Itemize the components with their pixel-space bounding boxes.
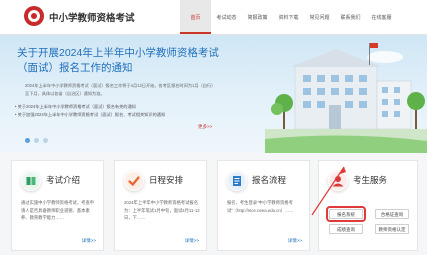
carousel-dot[interactable] [25, 138, 30, 143]
book-icon [21, 171, 41, 191]
carousel-dot[interactable] [43, 138, 48, 143]
site-logo-icon[interactable] [24, 6, 44, 26]
nav-downloads[interactable]: 资料下载 [273, 0, 304, 34]
checkmark-icon [124, 171, 144, 191]
banner-description: 2024年上半年中小学教师资格考试（面试）报名工作将于4月12日开始，各考区报名… [25, 83, 214, 96]
card-more-link[interactable]: 详情>> [288, 238, 302, 244]
card-schedule[interactable]: 日程安排 2024年上半年中小学教师资格考试报名为：上半年笔试1月中旬，面试4月… [114, 160, 207, 251]
carousel-dots [25, 138, 48, 143]
school-illustration [265, 43, 427, 153]
banner-note-item[interactable]: 关于2024年上半年中小学教师资格考试（面试）报名有关的通知 [15, 103, 230, 111]
carousel-dot[interactable] [34, 138, 39, 143]
certificate-query-button[interactable]: 合格证查询 [375, 209, 409, 219]
nav-policy[interactable]: 简报政策 [242, 0, 273, 34]
teacher-qualification-button[interactable]: 教师资格认定 [375, 224, 409, 234]
banner-notes: 关于2024年上半年中小学教师资格考试（面试）报名有关的通知 关于加强2024年… [15, 103, 230, 119]
nav-home[interactable]: 首页 [180, 0, 211, 34]
banner-note-item[interactable]: 关于加强2024年上半年中小学教师资格考试（面试）报名、考试相关知识的通知 [15, 111, 230, 119]
banner-title[interactable]: 关于开展2024年上半年中小学教师资格考试（面试）报名工作的通知 [17, 46, 232, 76]
annotation-arrow-icon [311, 166, 346, 216]
card-title: 日程安排 [149, 175, 184, 185]
nav-faq[interactable]: 常见问题 [304, 0, 335, 34]
banner-more-link[interactable]: 更多>> [198, 124, 212, 130]
card-title: 报名流程 [252, 175, 287, 185]
nav-contact[interactable]: 联系我们 [335, 0, 366, 34]
card-text: 报名、考生登录“中小学教师资格考试”（http://ntce.neea.edu.… [227, 200, 294, 213]
nav-online-service[interactable]: 在线客服 [366, 0, 397, 34]
card-exam-intro[interactable]: 考试介绍 通过实施中小学教师资格考试，考查申请人是否具备教师职业道德、基本素养、… [11, 160, 104, 251]
nav-exam-news[interactable]: 考试动态 [211, 0, 242, 34]
document-icon [227, 171, 247, 191]
card-registration-process[interactable]: 报名流程 报名、考生登录“中小学教师资格考试”（http://ntce.neea… [217, 160, 310, 251]
main-nav: 首页 考试动态 简报政策 资料下载 常见问题 联系我们 在线客服 [180, 0, 397, 34]
service-cards: 考试介绍 通过实施中小学教师资格考试，考查申请人是否具备教师职业道德、基本素养、… [0, 153, 427, 255]
card-text: 通过实施中小学教师资格考试，考查申请人是否具备教师职业道德、基本素养、教育教学能… [21, 200, 95, 220]
card-text: 2024年上半年中小学教师资格考试报名为：上半年笔试1月中旬，面试4月11-12… [124, 200, 200, 220]
card-more-link[interactable]: 详情>> [185, 238, 199, 244]
site-title[interactable]: 中小学教师资格考试 [49, 10, 135, 24]
score-query-button[interactable]: 成绩查询 [329, 224, 363, 234]
card-more-link[interactable]: 详情>> [82, 238, 96, 244]
hero-banner: 关于开展2024年上半年中小学教师资格考试（面试）报名工作的通知 2024年上半… [0, 35, 427, 153]
site-header: 中小学教师资格考试 首页 考试动态 简报政策 资料下载 常见问题 联系我们 在线… [0, 0, 427, 35]
card-title: 考试介绍 [46, 175, 81, 185]
